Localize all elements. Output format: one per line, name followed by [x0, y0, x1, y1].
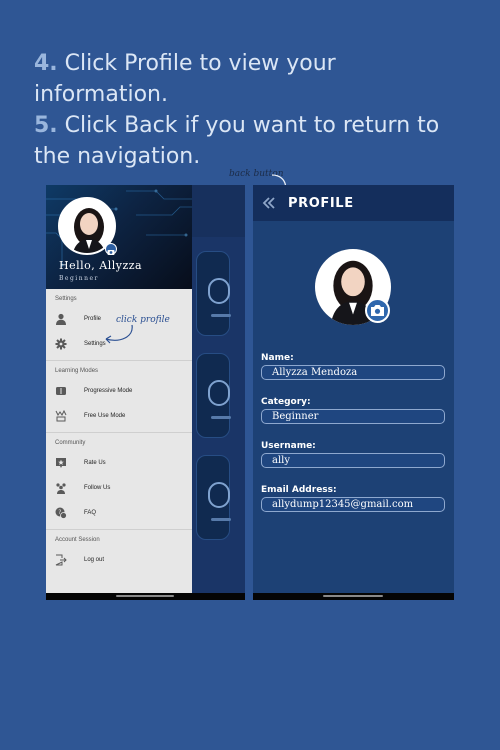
step-5-text: Click Back if you want to return to the …: [34, 113, 440, 169]
navigation-drawer: Hello, Allyzza Beginner Settings Profile…: [46, 185, 192, 600]
gear-icon: [55, 338, 67, 350]
greeting-text: Hello, Allyzza: [59, 259, 143, 272]
name-value: Allyzza Mendoza: [272, 367, 358, 378]
step-4: 4. Click Profile to view your informatio…: [34, 48, 474, 110]
username-label: Username:: [261, 441, 316, 451]
card-progress-bar: [211, 416, 231, 419]
section-title-settings: Settings: [55, 296, 77, 302]
menu-item-label: Progressive Mode: [84, 388, 133, 394]
step-4-number: 4.: [34, 51, 58, 76]
book-icon: [56, 387, 66, 395]
instruction-text: 4. Click Profile to view your informatio…: [34, 48, 474, 172]
home-card[interactable]: [196, 353, 231, 438]
section-title-learning-modes: Learning Modes: [55, 368, 99, 374]
menu-item-faq[interactable]: ? FAQ: [46, 501, 192, 526]
section-title-account-session: Account Session: [55, 537, 100, 543]
camera-icon[interactable]: [105, 243, 117, 255]
faq-icon: ?: [55, 507, 67, 519]
menu-item-log-out[interactable]: Log out: [46, 548, 192, 573]
menu-item-label: Rate Us: [84, 460, 106, 466]
free-use-icon: [55, 410, 67, 422]
step-5-number: 5.: [34, 113, 58, 138]
card-progress-bar: [211, 314, 231, 317]
menu-item-label: FAQ: [84, 510, 97, 516]
menu-item-label: Free Use Mode: [84, 413, 126, 419]
system-home-bar: [253, 593, 454, 600]
person-icon: [208, 380, 230, 406]
step-5: 5. Click Back if you want to return to t…: [34, 110, 474, 172]
profile-screen: PROFILE Name: Allyzza Mendoza Category: …: [253, 185, 454, 600]
menu-item-follow-us[interactable]: Follow Us: [46, 476, 192, 501]
profile-topbar: PROFILE: [253, 185, 454, 221]
system-home-bar: [46, 593, 245, 600]
back-arrow-icon[interactable]: [261, 195, 277, 211]
click-profile-annotation-arrow: [105, 324, 133, 344]
menu-item-label: Follow Us: [84, 485, 111, 491]
page-title: PROFILE: [288, 196, 354, 211]
category-label: Category:: [261, 397, 311, 407]
category-value: Beginner: [272, 411, 319, 422]
brain-icon: [208, 278, 230, 304]
people-icon: [56, 483, 66, 494]
camera-icon[interactable]: [365, 298, 390, 323]
menu-item-progressive-mode[interactable]: Progressive Mode: [46, 379, 192, 404]
step-4-text: Click Profile to view your information.: [34, 51, 336, 107]
menu-item-label: Log out: [84, 557, 105, 563]
name-label: Name:: [261, 353, 294, 363]
home-card[interactable]: [196, 251, 231, 336]
email-label: Email Address:: [261, 485, 337, 495]
menu-item-free-use-mode[interactable]: Free Use Mode: [46, 404, 192, 429]
menu-item-label: Profile: [84, 316, 102, 322]
menu-item-rate-us[interactable]: Rate Us: [46, 451, 192, 476]
section-title-community: Community: [55, 440, 86, 446]
card-progress-bar: [211, 518, 231, 521]
home-indicator[interactable]: [323, 595, 383, 597]
category-field[interactable]: Beginner: [261, 409, 445, 424]
navigation-drawer-screen: Hello, Allyzza Beginner Settings Profile…: [46, 185, 245, 600]
person-icon: [56, 313, 66, 325]
home-indicator[interactable]: [116, 595, 174, 597]
username-field[interactable]: ally: [261, 453, 445, 468]
svg-text:?: ?: [58, 509, 61, 516]
home-card[interactable]: [196, 455, 231, 540]
drawer-header: Hello, Allyzza Beginner: [46, 185, 192, 289]
logout-icon: [55, 554, 67, 566]
email-value: allydump12345@gmail.com: [272, 499, 414, 510]
star-badge-icon: [56, 458, 66, 468]
username-value: ally: [272, 455, 291, 466]
name-field[interactable]: Allyzza Mendoza: [261, 365, 445, 380]
hand-icon: [208, 482, 230, 508]
email-field[interactable]: allydump12345@gmail.com: [261, 497, 445, 512]
user-level-text: Beginner: [59, 275, 99, 282]
